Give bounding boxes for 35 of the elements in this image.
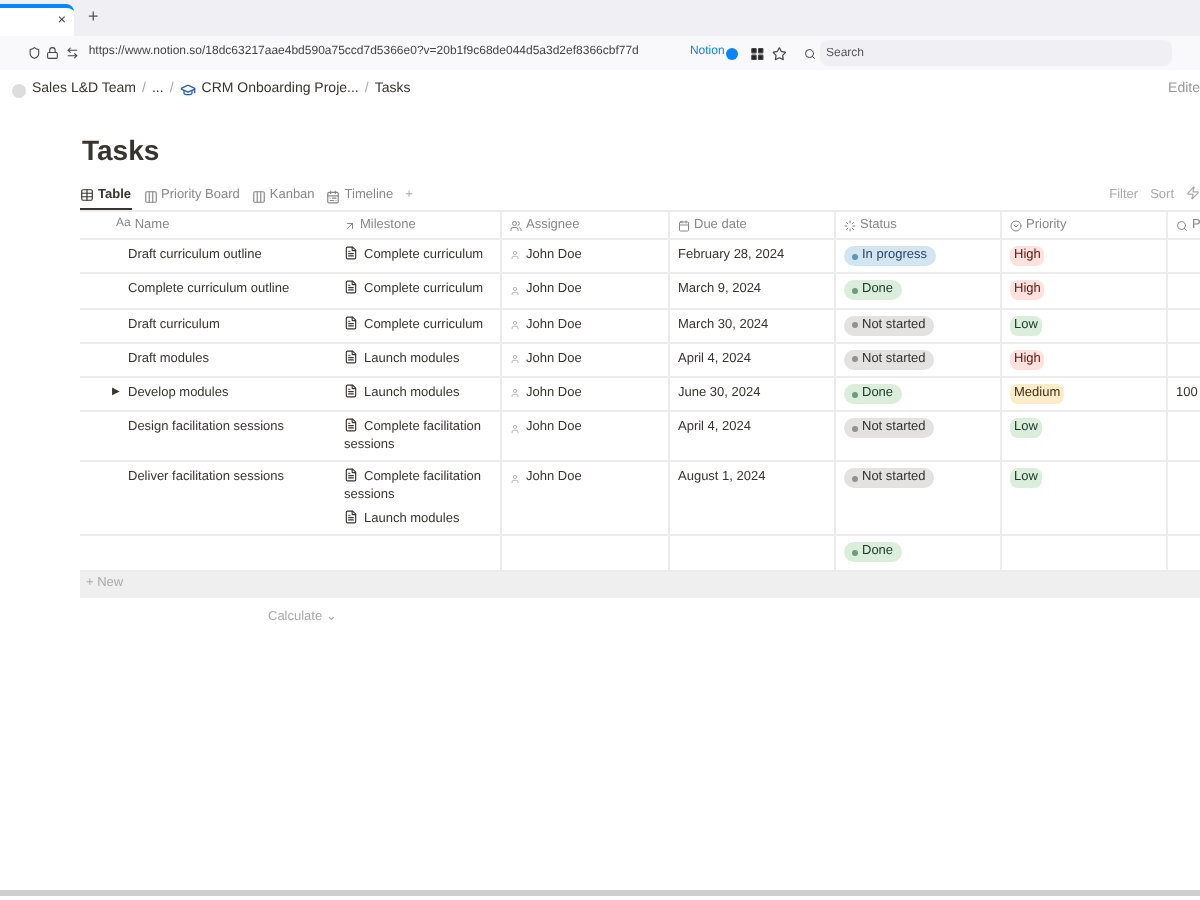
page-icon: [344, 468, 358, 483]
workspace-icon: [12, 83, 26, 97]
page-icon: [344, 246, 358, 260]
view-icon: [143, 189, 157, 203]
new-tab-button[interactable]: +: [88, 3, 99, 30]
person-icon: [510, 388, 520, 399]
property-icon: [1176, 219, 1188, 231]
page-icon: [344, 418, 358, 433]
person-icon: [510, 285, 520, 296]
shield-icon[interactable]: [28, 46, 41, 60]
page-icon: [344, 315, 358, 329]
search-icon: [804, 47, 816, 59]
property-icon: [1010, 219, 1022, 231]
page-icon: [344, 349, 358, 364]
page-icon: [344, 280, 358, 295]
property-icon: [678, 219, 690, 231]
person-icon: [510, 250, 520, 261]
page-icon: [344, 510, 358, 525]
person-icon: [510, 423, 520, 434]
star-icon[interactable]: [771, 45, 786, 61]
page-title: Tasks: [82, 132, 162, 170]
property-icon: [844, 219, 856, 231]
view-icon: [80, 188, 94, 202]
lock-icon[interactable]: [46, 46, 60, 60]
person-icon: [510, 319, 520, 330]
graduation-cap-icon: [179, 82, 196, 98]
person-icon: [510, 354, 520, 365]
view-icon: [251, 189, 266, 203]
permissions-icon[interactable]: [65, 46, 79, 60]
view-icon: [326, 189, 341, 203]
property-icon: [510, 219, 522, 231]
person-icon: [510, 473, 520, 484]
page-icon: [344, 384, 358, 398]
property-icon: [344, 219, 356, 231]
grid-icon[interactable]: [750, 45, 766, 61]
